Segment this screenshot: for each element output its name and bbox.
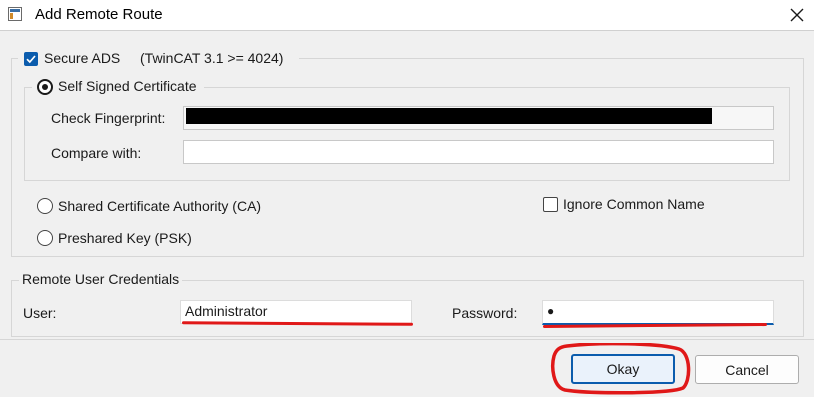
title-divider: [0, 30, 814, 31]
ignore-common-name-label: Ignore Common Name: [563, 196, 705, 212]
checkmark-icon: [26, 55, 36, 64]
shared-ca-radio[interactable]: [37, 198, 53, 214]
window-app-icon: [8, 7, 22, 21]
secure-ads-label: Secure ADS: [44, 50, 121, 66]
self-signed-group: [24, 87, 790, 181]
compare-with-field[interactable]: [183, 140, 774, 164]
check-fingerprint-label: Check Fingerprint:: [51, 110, 166, 126]
user-label: User:: [23, 305, 57, 321]
cancel-button[interactable]: Cancel: [695, 355, 799, 384]
self-signed-label: Self Signed Certificate: [58, 78, 197, 94]
fingerprint-redaction: [186, 108, 712, 124]
okay-circle-annotation: [551, 343, 691, 395]
window-title: Add Remote Route: [35, 6, 163, 23]
secure-ads-checkbox[interactable]: [24, 52, 38, 66]
ignore-common-name-checkbox[interactable]: [543, 197, 558, 212]
user-field[interactable]: Administrator: [180, 300, 412, 324]
shared-ca-label: Shared Certificate Authority (CA): [58, 198, 262, 214]
credentials-legend: Remote User Credentials: [19, 271, 183, 287]
twincat-version-note: (TwinCAT 3.1 >= 4024): [140, 50, 284, 66]
password-field[interactable]: ●: [542, 300, 774, 325]
compare-with-label: Compare with:: [51, 145, 142, 161]
password-label: Password:: [452, 305, 518, 321]
close-icon: [790, 8, 804, 22]
self-signed-radio[interactable]: [37, 79, 53, 95]
close-button[interactable]: [780, 0, 814, 30]
psk-radio[interactable]: [37, 230, 53, 246]
psk-label: Preshared Key (PSK): [58, 230, 192, 246]
